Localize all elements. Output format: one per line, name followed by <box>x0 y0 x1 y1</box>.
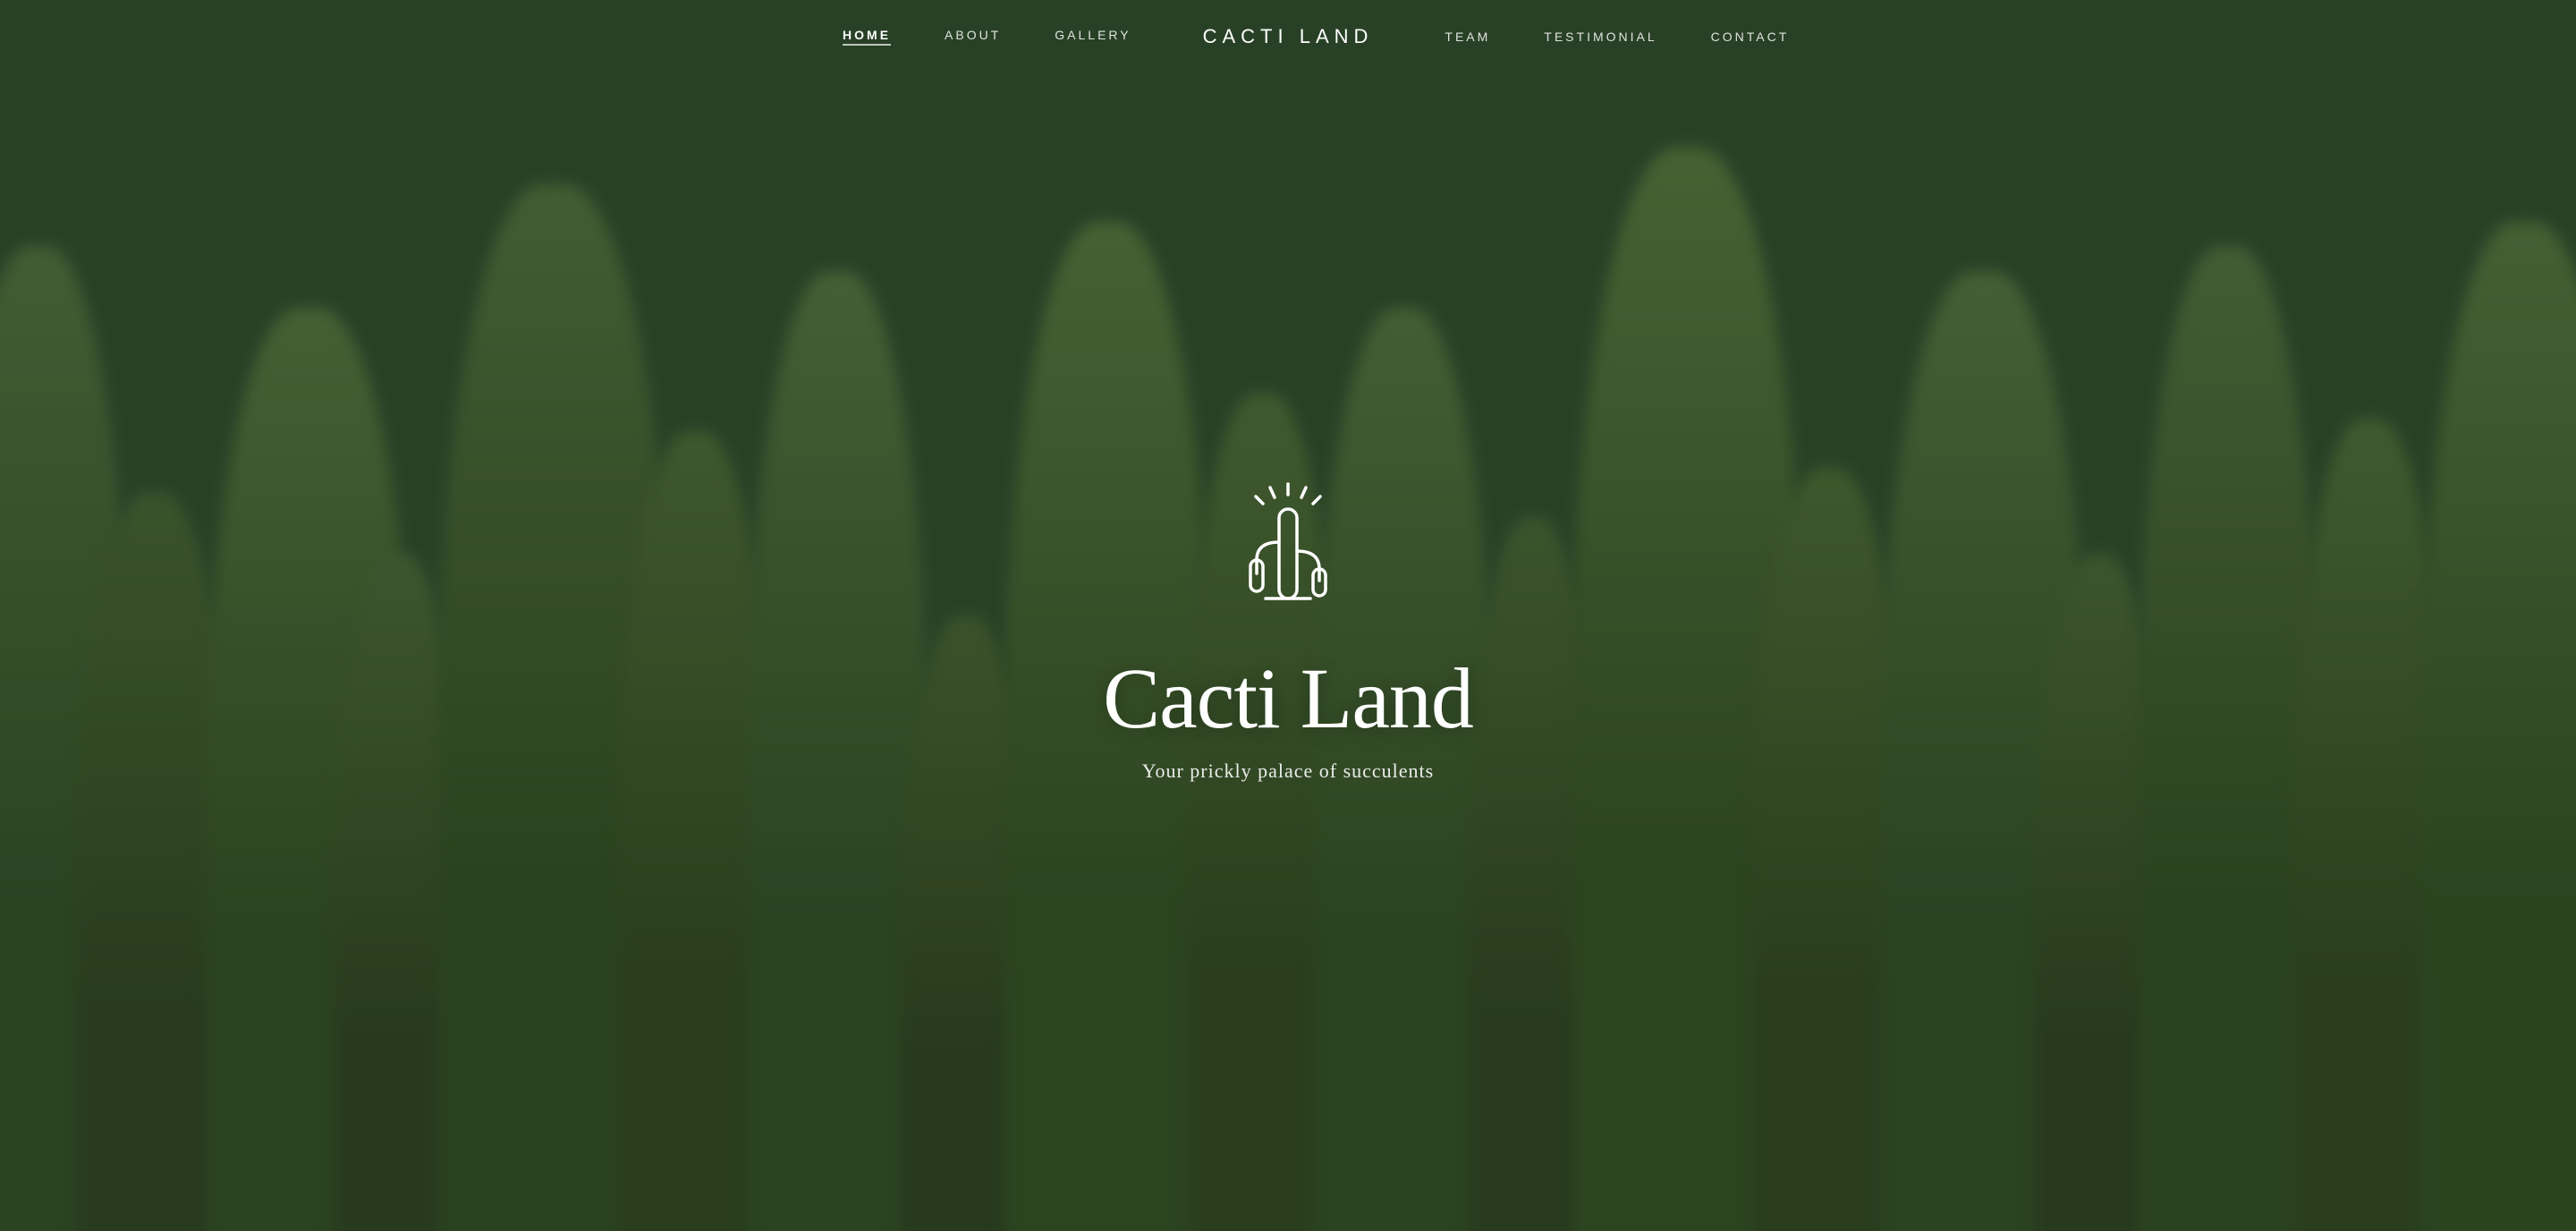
nav-about[interactable]: ABOUT <box>945 28 1001 46</box>
nav-left: HOME ABOUT GALLERY <box>54 28 1203 46</box>
navbar: HOME ABOUT GALLERY CACTI LAND TEAM TESTI… <box>0 0 2576 73</box>
nav-logo[interactable]: CACTI LAND <box>1203 25 1374 48</box>
cactus-logo-icon <box>1208 475 1368 636</box>
nav-contact[interactable]: CONTACT <box>1711 30 1790 44</box>
nav-testimonial[interactable]: TESTIMONIAL <box>1544 30 1657 44</box>
nav-team[interactable]: TEAM <box>1445 30 1490 44</box>
nav-right: TEAM TESTIMONIAL CONTACT <box>1373 30 2522 44</box>
nav-home[interactable]: HOME <box>843 28 891 46</box>
brand-subtitle: Your prickly palace of succulents <box>1142 760 1434 783</box>
brand-title: Cacti Land <box>1103 654 1473 744</box>
nav-gallery[interactable]: GALLERY <box>1055 28 1131 46</box>
hero-section: HOME ABOUT GALLERY CACTI LAND TEAM TESTI… <box>0 0 2576 1231</box>
hero-content: Cacti Land Your prickly palace of succul… <box>1103 475 1473 784</box>
